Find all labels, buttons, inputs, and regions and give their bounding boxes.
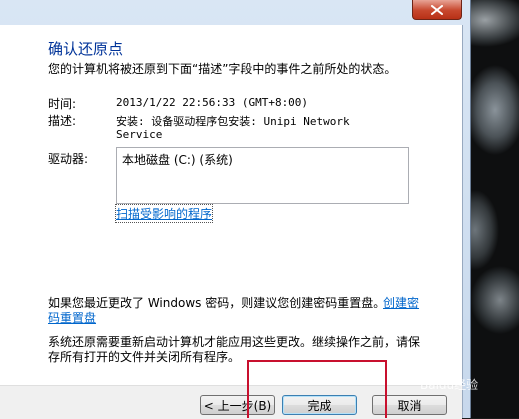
drive-item[interactable]: 本地磁盘 (C:) (系统) bbox=[122, 151, 233, 168]
create-reset-disk-link-part2[interactable]: 码重置盘 bbox=[48, 309, 96, 326]
description-value-line2: Service bbox=[116, 128, 163, 141]
watermark: Baidu经验 bbox=[420, 378, 479, 392]
create-reset-disk-link-part1[interactable]: 创建密 bbox=[383, 294, 419, 311]
annotation-line-left bbox=[247, 360, 249, 418]
description-label: 描述: bbox=[48, 114, 77, 128]
password-note: 如果您最近更改了 Windows 密码，则建议您创建密码重置盘。 bbox=[48, 296, 386, 310]
page-title: 确认还原点 bbox=[48, 40, 124, 58]
annotation-line-top bbox=[247, 360, 387, 362]
drives-label: 驱动器: bbox=[48, 152, 89, 166]
back-button[interactable]: < 上一步(B) bbox=[200, 395, 275, 415]
time-label: 时间: bbox=[48, 97, 77, 111]
close-icon bbox=[431, 4, 443, 15]
cancel-button[interactable]: 取消 bbox=[372, 395, 447, 415]
finish-button[interactable]: 完成 bbox=[282, 395, 357, 415]
description-value-line1: 安装: 设备驱动程序包安装: Unipi Network bbox=[116, 115, 350, 128]
drives-list[interactable]: 本地磁盘 (C:) (系统) bbox=[116, 147, 409, 204]
page-subtitle: 您的计算机将被还原到下面“描述”字段中的事件之前所处的状态。 bbox=[48, 62, 397, 76]
restart-note-line2: 存所有打开的文件并关闭所有程序。 bbox=[48, 350, 241, 364]
close-button[interactable] bbox=[412, 0, 462, 20]
scan-affected-programs-link[interactable]: 扫描受影响的程序 bbox=[114, 204, 214, 223]
dialog-window: 确认还原点 您的计算机将被还原到下面“描述”字段中的事件之前所处的状态。 时间:… bbox=[0, 0, 471, 419]
annotation-line-right bbox=[385, 360, 387, 418]
time-value: 2013/1/22 22:56:33 (GMT+8:00) bbox=[116, 96, 309, 109]
